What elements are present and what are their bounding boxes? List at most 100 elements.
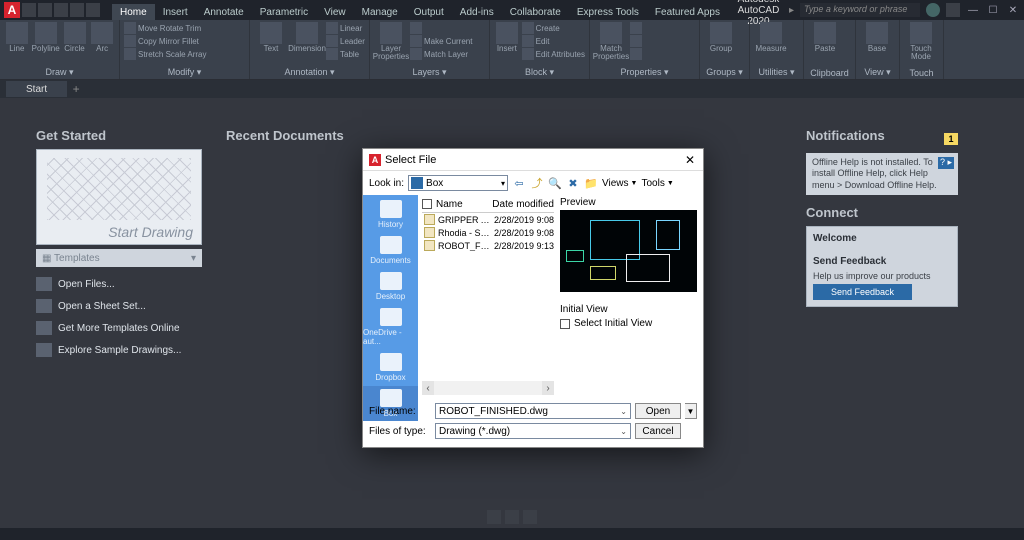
ribbon-item[interactable]: Linear (326, 22, 365, 34)
file-row[interactable]: Rhodia - Sodeco pl…2/28/2019 9:08 (422, 226, 554, 239)
tab-start[interactable]: Start (6, 81, 67, 97)
ribbon-group-button[interactable]: Group (704, 22, 738, 53)
ribbon-dimension-button[interactable]: Dimension (290, 22, 324, 53)
ribbon-group-label[interactable]: Modify ▾ (124, 66, 245, 79)
status-icon[interactable] (523, 510, 537, 524)
up-icon[interactable]: ⤴ (530, 176, 544, 190)
ribbon-item[interactable] (630, 48, 642, 60)
qat-new-icon[interactable] (22, 3, 36, 17)
select-initial-view-checkbox[interactable]: Select Initial View (560, 318, 697, 329)
tab-add-button[interactable]: + (67, 81, 85, 97)
menu-tab-manage[interactable]: Manage (354, 4, 406, 20)
menu-tab-annotate[interactable]: Annotate (196, 4, 252, 20)
dialog-close-button[interactable]: ✕ (681, 152, 699, 168)
qat-save-icon[interactable] (54, 3, 68, 17)
ribbon-layer-properties-button[interactable]: Layer Properties (374, 22, 408, 61)
ribbon-group-label[interactable]: Annotation ▾ (254, 66, 365, 79)
horizontal-scrollbar[interactable] (422, 381, 554, 395)
status-icon[interactable] (487, 510, 501, 524)
ribbon-paste-button[interactable]: Paste (808, 22, 842, 53)
qat-open-icon[interactable] (38, 3, 52, 17)
open-button[interactable]: Open (635, 403, 681, 419)
qat-undo-icon[interactable] (70, 3, 84, 17)
ribbon-item[interactable]: Stretch Scale Array (124, 48, 206, 60)
ribbon-item[interactable]: Edit (522, 35, 585, 47)
place-dropbox[interactable]: Dropbox (363, 350, 418, 385)
ribbon-insert-button[interactable]: Insert (494, 22, 520, 53)
minimize-button[interactable]: — (966, 4, 980, 16)
status-icon[interactable] (505, 510, 519, 524)
ribbon-item[interactable] (410, 22, 472, 34)
ribbon-group-label[interactable]: Layers ▾ (374, 66, 485, 79)
ribbon-item[interactable] (630, 35, 642, 47)
close-button[interactable]: ✕ (1006, 4, 1020, 16)
cancel-button[interactable]: Cancel (635, 423, 681, 439)
place-documents[interactable]: Documents (363, 233, 418, 268)
start-drawing-tile[interactable]: Start Drawing (36, 149, 202, 245)
column-date[interactable]: Date modified (492, 199, 554, 210)
ribbon-group-label[interactable]: Clipboard (808, 67, 851, 79)
menu-tab-home[interactable]: Home (112, 4, 155, 20)
new-folder-icon[interactable]: 📁 (584, 176, 598, 190)
menu-tab-insert[interactable]: Insert (155, 4, 196, 20)
ribbon-text-button[interactable]: Text (254, 22, 288, 53)
ribbon-item[interactable]: Move Rotate Trim (124, 22, 206, 34)
menu-tab-output[interactable]: Output (406, 4, 452, 20)
file-type-select[interactable]: Drawing (*.dwg)⌄ (435, 423, 631, 439)
ribbon-arc-button[interactable]: Arc (89, 22, 115, 53)
menu-tab-view[interactable]: View (316, 4, 354, 20)
app-logo-icon[interactable]: A (4, 2, 20, 18)
start-link[interactable]: Open Files... (36, 273, 202, 295)
ribbon-measure-button[interactable]: Measure (754, 22, 788, 53)
ribbon-group-label[interactable]: Groups ▾ (704, 66, 745, 79)
ribbon-group-label[interactable]: Properties ▾ (594, 66, 695, 79)
start-link[interactable]: Get More Templates Online (36, 317, 202, 339)
qat-redo-icon[interactable] (86, 3, 100, 17)
ribbon-item[interactable] (630, 22, 642, 34)
ribbon-group-label[interactable]: Block ▾ (494, 66, 585, 79)
menu-tab-add-ins[interactable]: Add-ins (452, 4, 502, 20)
ribbon-line-button[interactable]: Line (4, 22, 30, 53)
place-desktop[interactable]: Desktop (363, 269, 418, 304)
signin-icon[interactable] (926, 3, 940, 17)
ribbon-group-label[interactable]: Touch (904, 67, 939, 79)
menu-tab-express-tools[interactable]: Express Tools (569, 4, 647, 20)
templates-dropdown[interactable]: ▦ Templates▾ (36, 249, 202, 267)
search-web-icon[interactable]: 🔍 (548, 176, 562, 190)
ribbon-item[interactable]: Leader (326, 35, 365, 47)
views-menu[interactable]: Views▼ (602, 178, 637, 189)
menu-tab-collaborate[interactable]: Collaborate (502, 4, 569, 20)
ribbon-item[interactable]: Match Layer (410, 48, 472, 60)
ribbon-item[interactable]: Create (522, 22, 585, 34)
ribbon-group-label[interactable]: Utilities ▾ (754, 66, 799, 79)
back-icon[interactable]: ⇦ (512, 176, 526, 190)
file-row[interactable]: ROBOT_FINISHED.d…2/28/2019 9:13 (422, 239, 554, 252)
delete-icon[interactable]: ✖ (566, 176, 580, 190)
ribbon-touch-mode-button[interactable]: Touch Mode (904, 22, 938, 61)
ribbon-circle-button[interactable]: Circle (62, 22, 88, 53)
ribbon-base-button[interactable]: Base (860, 22, 894, 53)
place-history[interactable]: History (363, 197, 418, 232)
ribbon-group-label[interactable]: View ▾ (860, 66, 895, 79)
send-feedback-button[interactable]: Send Feedback (813, 284, 912, 300)
ribbon-group-label[interactable]: Draw ▾ (4, 66, 115, 79)
start-link[interactable]: Explore Sample Drawings... (36, 339, 202, 361)
start-link[interactable]: Open a Sheet Set... (36, 295, 202, 317)
select-all-checkbox[interactable] (422, 199, 432, 209)
exchange-icon[interactable] (946, 3, 960, 17)
file-row[interactable]: GRIPPER ASSEMBLY…2/28/2019 9:08 (422, 213, 554, 226)
search-input[interactable]: Type a keyword or phrase (800, 3, 920, 17)
ribbon-item[interactable]: Make Current (410, 35, 472, 47)
file-name-input[interactable]: ROBOT_FINISHED.dwg⌄ (435, 403, 631, 419)
ribbon-match-properties-button[interactable]: Match Properties (594, 22, 628, 61)
tools-menu[interactable]: Tools▼ (641, 178, 673, 189)
notification-help-icon[interactable]: ? ▸ (938, 157, 954, 169)
look-in-select[interactable]: Box ▾ (408, 175, 508, 191)
ribbon-item[interactable]: Table (326, 48, 365, 60)
ribbon-item[interactable]: Copy Mirror Fillet (124, 35, 206, 47)
menu-tab-parametric[interactable]: Parametric (252, 4, 316, 20)
place-onedrive-aut-[interactable]: OneDrive - aut... (363, 305, 418, 349)
menu-tab-featured-apps[interactable]: Featured Apps (647, 4, 728, 20)
column-name[interactable]: Name (436, 199, 488, 210)
ribbon-item[interactable]: Edit Attributes (522, 48, 585, 60)
